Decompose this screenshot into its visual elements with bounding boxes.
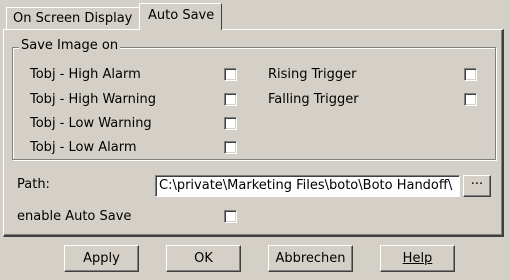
checkbox-high-alarm[interactable]: [224, 68, 237, 81]
checkbox-low-warning[interactable]: [224, 117, 237, 130]
option-label-low-warning: Tobj - Low Warning: [30, 116, 152, 131]
option-label-rising-trigger: Rising Trigger: [268, 67, 357, 82]
enable-auto-save-label: enable Auto Save: [17, 209, 132, 224]
browse-path-button[interactable]: ···: [463, 175, 491, 197]
tab-on-screen-display-label: On Screen Display: [13, 11, 133, 26]
tab-auto-save[interactable]: Auto Save: [139, 3, 222, 30]
ok-button-label: OK: [194, 251, 213, 266]
apply-button[interactable]: Apply: [64, 245, 139, 272]
checkbox-low-alarm[interactable]: [224, 141, 237, 154]
tab-on-screen-display[interactable]: On Screen Display: [6, 7, 140, 29]
path-input[interactable]: C:\private\Marketing Files\boto\Boto Han…: [155, 175, 460, 197]
cancel-button[interactable]: Abbrechen: [268, 245, 353, 272]
checkbox-high-warning[interactable]: [224, 93, 237, 106]
path-label: Path:: [17, 177, 50, 192]
ok-button[interactable]: OK: [166, 245, 241, 272]
checkbox-rising-trigger[interactable]: [464, 68, 477, 81]
checkbox-enable-auto-save[interactable]: [224, 210, 237, 223]
help-button-label: Help: [402, 251, 433, 266]
option-label-high-alarm: Tobj - High Alarm: [30, 67, 141, 82]
help-button[interactable]: Help: [380, 245, 455, 272]
apply-button-label: Apply: [83, 251, 120, 266]
cancel-button-label: Abbrechen: [275, 251, 346, 266]
option-label-low-alarm: Tobj - Low Alarm: [30, 140, 137, 155]
save-image-group-title: Save Image on: [19, 38, 121, 53]
option-label-high-warning: Tobj - High Warning: [30, 92, 156, 107]
tab-auto-save-label: Auto Save: [148, 8, 215, 23]
option-label-falling-trigger: Falling Trigger: [268, 92, 359, 107]
checkbox-falling-trigger[interactable]: [464, 93, 477, 106]
